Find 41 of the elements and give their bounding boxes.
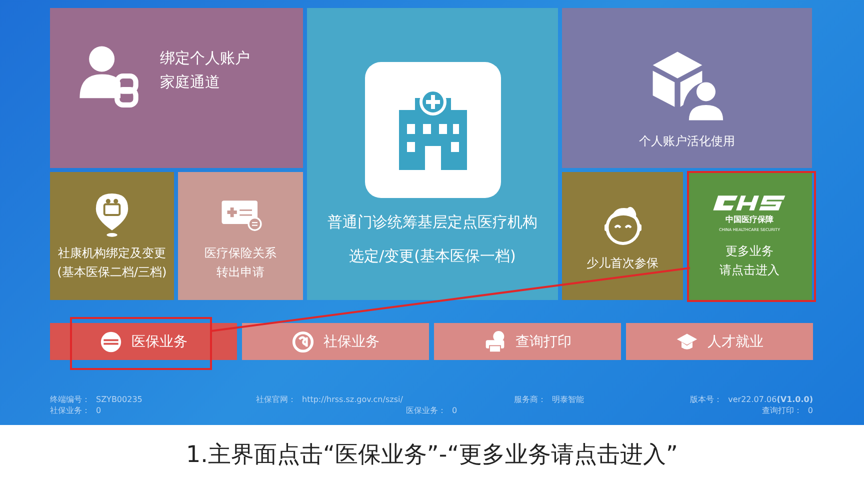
status-value: http://hrss.sz.gov.cn/szsi/ bbox=[302, 394, 403, 405]
status-label: 社保业务： bbox=[50, 405, 90, 416]
tile-label: 家庭通道 bbox=[160, 72, 220, 92]
status-value: SZYB00235 bbox=[96, 394, 142, 405]
logo-title: 中国医疗保障 bbox=[726, 214, 774, 225]
status-label: 社保官网： bbox=[256, 394, 296, 405]
status-value: ver22.07.06(V1.0.0) bbox=[728, 394, 813, 405]
status-value: 明泰智能 bbox=[552, 394, 584, 405]
service-tab[interactable]: 社保业务 bbox=[242, 323, 429, 360]
status-label: 终端编号： bbox=[50, 394, 90, 405]
menu-tile[interactable]: 医疗保险关系 转出申请 bbox=[178, 172, 303, 300]
tile-label: 医疗保险关系 bbox=[204, 246, 276, 261]
tile-label: 普通门诊统筹基层定点医疗机构 bbox=[328, 212, 538, 232]
tile-label: 少儿首次参保 bbox=[586, 256, 658, 270]
tile-label: 个人账户活化使用 bbox=[639, 134, 735, 148]
status-label: 版本号： bbox=[690, 394, 722, 405]
tile-label: 转出申请 bbox=[216, 265, 264, 280]
caption-text: 1.主界面点击“医保业务”-“更多业务请点击进入” bbox=[185, 440, 679, 470]
status-label: 查询打印： bbox=[762, 405, 802, 416]
status-label: 服务商： bbox=[514, 394, 546, 405]
status-value: 0 bbox=[808, 405, 813, 416]
status-value: 0 bbox=[452, 405, 458, 416]
chs-logo-icon bbox=[712, 194, 786, 212]
service-tab[interactable]: 人才就业 bbox=[626, 323, 813, 360]
hospital-icon bbox=[364, 62, 500, 198]
menu-tile[interactable]: 个人账户活化使用 bbox=[562, 8, 812, 168]
printer-icon bbox=[484, 330, 506, 352]
service-tab[interactable]: 医保业务 bbox=[50, 323, 237, 360]
menu-tile[interactable]: 社康机构绑定及变更 (基本医保二档/三档) bbox=[50, 172, 174, 300]
menu-tile[interactable]: 普通门诊统筹基层定点医疗机构 选定/变更(基本医保一档) bbox=[307, 8, 558, 300]
tile-label: (基本医保二档/三档) bbox=[57, 265, 167, 280]
tile-label: 绑定个人账户 bbox=[160, 48, 250, 68]
tile-label: 选定/变更(基本医保一档) bbox=[349, 246, 516, 266]
status-label: 医保业务： bbox=[406, 405, 446, 416]
tile-label: 请点击进入 bbox=[720, 263, 780, 278]
status-value: 0 bbox=[96, 405, 102, 416]
menu-tile[interactable]: 少儿首次参保 bbox=[562, 172, 683, 300]
tile-label: 更多业务 bbox=[726, 244, 774, 259]
tile-label: 社康机构绑定及变更 bbox=[58, 246, 166, 261]
service-tab[interactable]: 查询打印 bbox=[434, 323, 621, 360]
menu-tile[interactable]: 绑定个人账户 家庭通道 bbox=[50, 8, 303, 168]
